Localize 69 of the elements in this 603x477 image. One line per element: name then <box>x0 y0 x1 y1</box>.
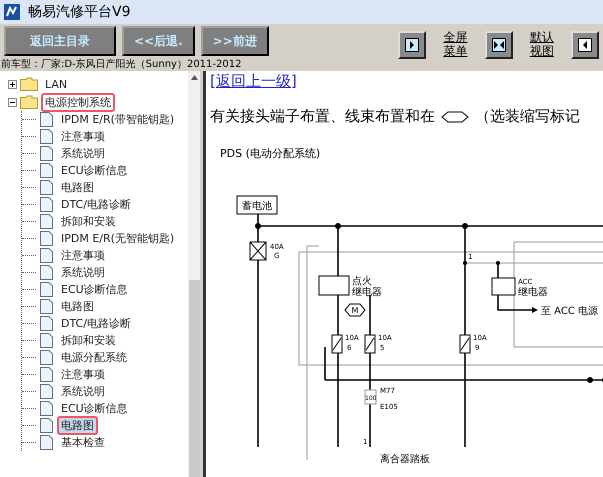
tree-item[interactable]: DTC/电路诊断 <box>57 195 135 214</box>
document-icon <box>40 435 53 450</box>
diagram-label: 至 ACC 电源 <box>541 306 598 317</box>
document-icon <box>40 333 53 348</box>
tree-item[interactable]: DTC/电路诊断 <box>57 314 135 333</box>
intro-text: 有关接头端子布置、线束布置和在 <box>210 107 435 126</box>
tree-folder[interactable]: LAN <box>41 76 72 92</box>
folder-icon <box>20 95 38 109</box>
diagram-label: 蓄电池 <box>242 201 272 212</box>
document-icon <box>40 367 53 382</box>
document-icon <box>40 384 53 399</box>
document-icon <box>40 248 53 263</box>
diagram-label: 点火 <box>352 276 372 287</box>
document-icon <box>40 214 53 229</box>
tree-item[interactable]: IPDM E/R(无智能钥匙) <box>57 229 178 248</box>
document-icon <box>40 231 53 246</box>
diagram-label: 继电器 <box>352 287 382 298</box>
hexagon-icon <box>441 110 469 122</box>
tree-item[interactable]: 电路图 <box>57 178 98 197</box>
tree-item[interactable]: 拆卸和安装 <box>57 212 120 231</box>
diagram-label: 继电器 <box>518 287 548 298</box>
expand-view-button[interactable] <box>398 31 426 59</box>
tree-item[interactable]: 系统说明 <box>57 263 109 282</box>
tree-item[interactable]: 基本检查 <box>57 433 109 452</box>
app-logo-icon <box>4 4 20 20</box>
scroll-up-icon[interactable] <box>190 75 198 80</box>
document-icon <box>40 350 53 365</box>
scrollbar[interactable] <box>188 71 200 477</box>
expand-icon[interactable] <box>8 80 17 88</box>
document-icon <box>40 316 53 331</box>
diagram-title: PDS (电动分配系统) <box>220 146 322 161</box>
document-icon <box>40 401 53 416</box>
tree-item[interactable]: IPDM E/R(带智能钥匙) <box>57 110 178 129</box>
intro-text: （选装缩写标记 <box>475 107 580 126</box>
tree-item[interactable]: 系统说明 <box>57 144 109 163</box>
tree-item[interactable]: 拆卸和安装 <box>57 331 120 350</box>
inward-arrows-icon <box>492 38 506 52</box>
tree-item[interactable]: ECU诊断信息 <box>57 399 132 418</box>
document-icon <box>40 299 53 314</box>
folder-icon <box>20 77 38 91</box>
collapse-icon[interactable] <box>8 98 17 106</box>
document-icon <box>40 180 53 195</box>
tree-item[interactable]: 电源分配系统 <box>57 348 131 367</box>
diagram-label: 离合器踏板 <box>380 454 430 465</box>
tree-item[interactable]: 系统说明 <box>57 382 109 401</box>
tree-item[interactable]: 注意事项 <box>57 365 109 384</box>
collapse-view-button[interactable] <box>571 31 599 59</box>
document-icon <box>40 282 53 297</box>
document-icon <box>40 112 53 127</box>
tree-folder[interactable]: 电源控制系统 <box>41 92 115 112</box>
split-view-button[interactable] <box>484 31 513 59</box>
document-icon <box>40 129 53 144</box>
back-link[interactable]: [返回上一级] <box>210 72 297 91</box>
tree-item[interactable]: 注意事项 <box>57 127 109 146</box>
vehicle-info: 前车型：厂家:D-东风日产阳光（Sunny）2011-2012 <box>0 58 242 71</box>
document-icon <box>40 163 53 178</box>
tree-item[interactable]: 电路图 <box>57 416 98 435</box>
window-title: 畅易汽修平台V9 <box>28 3 130 21</box>
tree-item[interactable]: ECU诊断信息 <box>57 161 132 180</box>
document-icon <box>40 418 53 433</box>
tree-item[interactable]: ECU诊断信息 <box>57 280 132 299</box>
tree-item[interactable]: 电路图 <box>57 297 98 316</box>
view-link[interactable]: 全屏菜单 <box>442 30 469 58</box>
document-icon <box>40 265 53 280</box>
view-link[interactable]: 默认视图 <box>528 30 555 58</box>
document-icon <box>40 146 53 161</box>
document-icon <box>40 197 53 212</box>
tree-item[interactable]: 注意事项 <box>57 246 109 265</box>
diagram-label: M <box>352 306 358 315</box>
